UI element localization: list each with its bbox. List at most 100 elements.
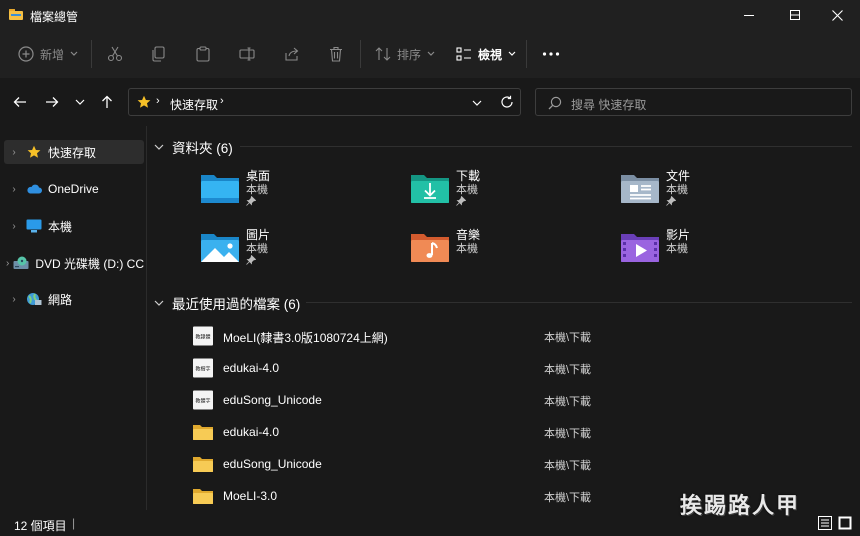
documents-folder-icon: [621, 175, 659, 203]
item-count: 12 個項目: [14, 519, 67, 533]
recent-group-header[interactable]: 最近使用過的檔案 (6): [154, 293, 300, 313]
tile-location: 本機: [246, 184, 268, 196]
copy-button[interactable]: [151, 42, 167, 66]
file-location: 本機\下載: [544, 428, 592, 440]
downloads-folder-icon: [411, 175, 449, 203]
back-button[interactable]: [9, 92, 31, 112]
trash-icon: [330, 46, 342, 62]
plus-circle-icon: [18, 46, 34, 62]
recent-locations-button[interactable]: [69, 92, 91, 112]
close-button[interactable]: [814, 0, 860, 30]
up-button[interactable]: [96, 92, 118, 112]
file-location: 本機\下載: [544, 460, 592, 472]
chevron-right-icon[interactable]: ›: [4, 294, 24, 305]
sidebar-item-label: DVD 光碟機 (D:) CC: [35, 256, 144, 271]
folder-tile-music[interactable]: 音樂 本機: [410, 224, 590, 274]
forward-button[interactable]: [41, 92, 63, 112]
tile-location: 本機: [666, 243, 688, 255]
chevron-right-icon[interactable]: ›: [4, 147, 24, 158]
copy-icon: [152, 46, 165, 62]
details-view-button[interactable]: [818, 516, 832, 530]
sidebar-item-network[interactable]: › 網路: [4, 287, 144, 311]
file-explorer-icon: [9, 9, 23, 20]
share-button[interactable]: [284, 42, 300, 66]
list-item[interactable]: eduSong_Unicode 本機\下載: [190, 448, 840, 480]
sort-label: 排序: [397, 47, 422, 62]
breadcrumb-separator: ›: [156, 95, 160, 107]
sort-icon: [375, 47, 391, 61]
sidebar-item-dvd-drive[interactable]: › DVD 光碟機 (D:) CC: [4, 251, 144, 275]
delete-button[interactable]: [328, 42, 344, 66]
file-name: MoeLI-3.0: [223, 489, 278, 503]
folder-tile-pictures[interactable]: 圖片 本機: [200, 224, 380, 274]
file-location: 本機\下載: [544, 492, 592, 504]
toolbar-divider: [91, 40, 92, 68]
group-divider: [240, 146, 852, 147]
refresh-icon[interactable]: [500, 95, 514, 109]
folder-icon: [193, 425, 213, 440]
folder-tile-videos[interactable]: 影片 本機: [620, 224, 800, 274]
maximize-button[interactable]: [772, 0, 818, 30]
chevron-right-icon[interactable]: ›: [4, 221, 24, 232]
window-title: 檔案總管: [30, 10, 79, 24]
minimize-icon: [744, 15, 754, 16]
new-button[interactable]: 新增: [18, 42, 78, 66]
folders-group-header[interactable]: 資料夾 (6): [154, 137, 233, 157]
font-preview-text: 教楷字: [195, 366, 210, 373]
sidebar-item-this-pc[interactable]: › 本機: [4, 214, 144, 238]
navigation-pane: › 快速存取 › OneDrive › 本機 › DVD 光碟機 (D:) CC…: [0, 126, 147, 510]
view-label: 檢視: [478, 47, 503, 62]
breadcrumb-separator[interactable]: ›: [220, 95, 224, 107]
chevron-down-icon[interactable]: [472, 99, 482, 107]
chevron-down-icon: [154, 300, 164, 306]
search-box[interactable]: 搜尋 快速存取: [535, 88, 852, 116]
file-name: eduSong_Unicode: [223, 457, 322, 471]
minimize-button-2[interactable]: [726, 0, 772, 30]
file-name: MoeLI(隸書3.0版1080724上網): [223, 331, 388, 345]
list-item[interactable]: 教隸體 MoeLI(隸書3.0版1080724上網) 本機\下載: [190, 320, 840, 352]
share-icon: [285, 47, 299, 61]
breadcrumb-quick-access[interactable]: 快速存取: [170, 96, 218, 113]
cut-button[interactable]: [107, 42, 123, 66]
folder-tile-desktop[interactable]: 桌面 本機: [200, 165, 380, 215]
font-file-icon: 教楷字: [193, 358, 213, 378]
list-item[interactable]: edukai-4.0 本機\下載: [190, 416, 840, 448]
music-folder-icon: [411, 234, 449, 262]
status-separator: |: [72, 516, 76, 530]
folder-tile-documents[interactable]: 文件 本機: [620, 165, 800, 215]
sidebar-item-quick-access[interactable]: › 快速存取: [4, 140, 144, 164]
chevron-right-icon[interactable]: ›: [4, 184, 24, 195]
font-preview-text: 教體字: [195, 398, 210, 405]
toolbar-divider: [360, 40, 361, 68]
folder-tile-downloads[interactable]: 下載 本機: [410, 165, 590, 215]
search-placeholder: 搜尋 快速存取: [571, 98, 647, 112]
font-file-icon: 教隸體: [193, 326, 213, 346]
rename-button[interactable]: [239, 42, 255, 66]
pane-divider[interactable]: [146, 126, 147, 510]
paste-button[interactable]: [195, 42, 211, 66]
tiles-view-button[interactable]: [838, 516, 852, 530]
pin-icon: [246, 255, 256, 265]
file-name: edukai-4.0: [223, 425, 280, 439]
list-item[interactable]: 教楷字 edukai-4.0 本機\下載: [190, 352, 840, 384]
view-list-icon: [456, 47, 471, 61]
view-button[interactable]: 檢視: [456, 42, 516, 66]
list-item[interactable]: 教體字 eduSong_Unicode 本機\下載: [190, 384, 840, 416]
file-location: 本機\下載: [544, 364, 592, 376]
chevron-right-icon[interactable]: ›: [4, 258, 11, 269]
chevron-down-icon: [154, 144, 164, 150]
more-options-button[interactable]: [542, 42, 560, 66]
monitor-icon: [26, 219, 42, 233]
chevron-down-icon: [70, 51, 78, 56]
tile-location: 本機: [246, 243, 268, 255]
address-bar[interactable]: › 快速存取 ›: [128, 88, 521, 116]
chevron-down-icon: [75, 99, 85, 105]
chevron-down-icon: [427, 51, 435, 56]
dvd-drive-icon: [13, 256, 29, 270]
sidebar-item-onedrive[interactable]: › OneDrive: [4, 177, 144, 201]
maximize-icon: [790, 10, 800, 20]
sidebar-item-label: 本機: [48, 219, 73, 234]
sort-button[interactable]: 排序: [375, 42, 435, 66]
sidebar-item-label: 快速存取: [48, 145, 97, 160]
arrow-left-icon: [13, 97, 26, 107]
